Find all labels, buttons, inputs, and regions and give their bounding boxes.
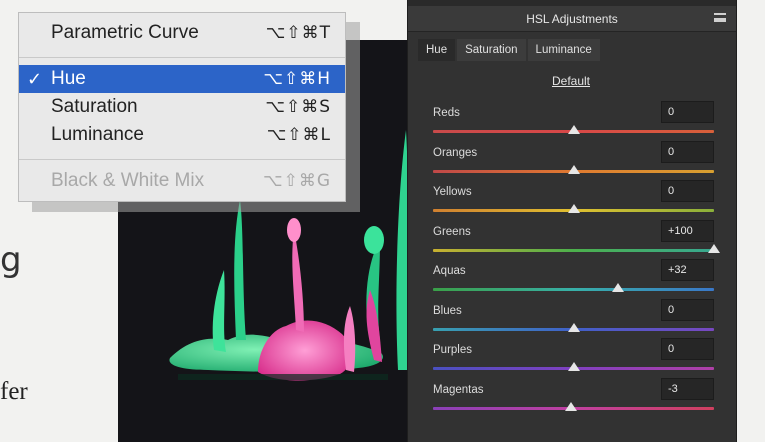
hsl-slider-thumb[interactable] — [567, 125, 580, 134]
menu-item-label: Parametric Curve — [51, 22, 199, 43]
checkmark-icon: ✓ — [27, 68, 43, 90]
menu-separator — [19, 57, 345, 58]
menu-separator — [19, 159, 345, 160]
hsl-slider-thumb[interactable] — [567, 204, 580, 213]
menu-item-shortcut: ⌥⇧⌘H — [263, 69, 331, 89]
menu-item-luminance[interactable]: Luminance ⌥⇧⌘L — [19, 121, 345, 149]
hsl-row-label: Yellows — [433, 186, 472, 198]
background-text-fragment: fer — [0, 378, 28, 405]
menu-item-label: Hue — [51, 68, 86, 89]
hsl-row-greens: Greens +100 — [408, 219, 736, 260]
menu-item-parametric-curve[interactable]: Parametric Curve ⌥⇧⌘T — [19, 19, 345, 47]
tab-hue[interactable]: Hue — [418, 39, 456, 61]
hsl-row-label: Aquas — [433, 265, 466, 277]
default-button[interactable]: Default — [408, 74, 734, 88]
hsl-row-label: Purples — [433, 344, 472, 356]
hsl-slider-thumb[interactable] — [564, 401, 577, 411]
hsl-value-field[interactable]: +32 — [661, 259, 714, 281]
menu-item-shortcut: ⌥⇧⌘T — [265, 23, 331, 43]
hsl-row-purples: Purples 0 — [408, 338, 736, 378]
hsl-value-field[interactable]: 0 — [661, 140, 714, 163]
menu-item-shortcut: ⌥⇧⌘L — [266, 125, 331, 145]
menu-item-label: Black & White Mix — [51, 170, 205, 191]
hsl-row-aquas: Aquas +32 — [408, 259, 736, 299]
hsl-row-blues: Blues 0 — [408, 298, 736, 339]
hsl-row-reds: Reds 0 — [408, 101, 736, 141]
menu-item-shortcut: ⌥⇧⌘G — [262, 171, 331, 191]
panel-title: HSL Adjustments — [408, 6, 736, 32]
hsl-value-field[interactable]: 0 — [661, 338, 714, 360]
hsl-row-label: Blues — [433, 304, 462, 317]
hsl-adjustments-panel: HSL Adjustments Hue Saturation Luminance… — [407, 0, 737, 442]
background-text-fragment: g — [0, 240, 22, 280]
hsl-row-oranges: Oranges 0 — [408, 140, 736, 181]
tab-saturation[interactable]: Saturation — [457, 39, 526, 61]
hsl-slider-thumb[interactable] — [567, 362, 580, 371]
menu-item-black-white-mix: Black & White Mix ⌥⇧⌘G — [19, 167, 345, 195]
menu-item-shortcut: ⌥⇧⌘S — [265, 97, 331, 117]
hsl-slider-thumb[interactable] — [567, 322, 580, 332]
hsl-slider-thumb[interactable] — [612, 283, 625, 292]
hsl-row-label: Oranges — [433, 146, 478, 159]
panel-menu-icon[interactable] — [714, 13, 726, 22]
hsl-row-label: Reds — [433, 107, 460, 119]
hsl-value-field[interactable]: 0 — [661, 101, 714, 123]
hsl-value-field[interactable]: +100 — [661, 219, 714, 242]
hsl-slider-thumb[interactable] — [567, 164, 580, 174]
hsl-row-label: Greens — [433, 225, 471, 238]
hsl-tabs: Hue Saturation Luminance — [418, 39, 602, 61]
adjustment-dropdown-menu: Parametric Curve ⌥⇧⌘T ✓ Hue ⌥⇧⌘H Saturat… — [18, 12, 346, 202]
hsl-value-field[interactable]: -3 — [661, 377, 714, 400]
hsl-row-yellows: Yellows 0 — [408, 180, 736, 220]
hsl-slider-thumb[interactable] — [708, 243, 720, 253]
tab-luminance[interactable]: Luminance — [527, 39, 600, 61]
hsl-row-label: Magentas — [433, 383, 484, 396]
menu-item-hue[interactable]: ✓ Hue ⌥⇧⌘H — [19, 65, 345, 93]
hsl-slider-track[interactable] — [433, 288, 714, 291]
hsl-row-magentas: Magentas -3 — [408, 377, 736, 418]
hsl-slider-track[interactable] — [433, 248, 714, 252]
hsl-value-field[interactable]: 0 — [661, 298, 714, 321]
menu-item-label: Luminance — [51, 124, 144, 145]
hsl-value-field[interactable]: 0 — [661, 180, 714, 202]
menu-item-saturation[interactable]: Saturation ⌥⇧⌘S — [19, 93, 345, 121]
menu-item-label: Saturation — [51, 96, 138, 117]
